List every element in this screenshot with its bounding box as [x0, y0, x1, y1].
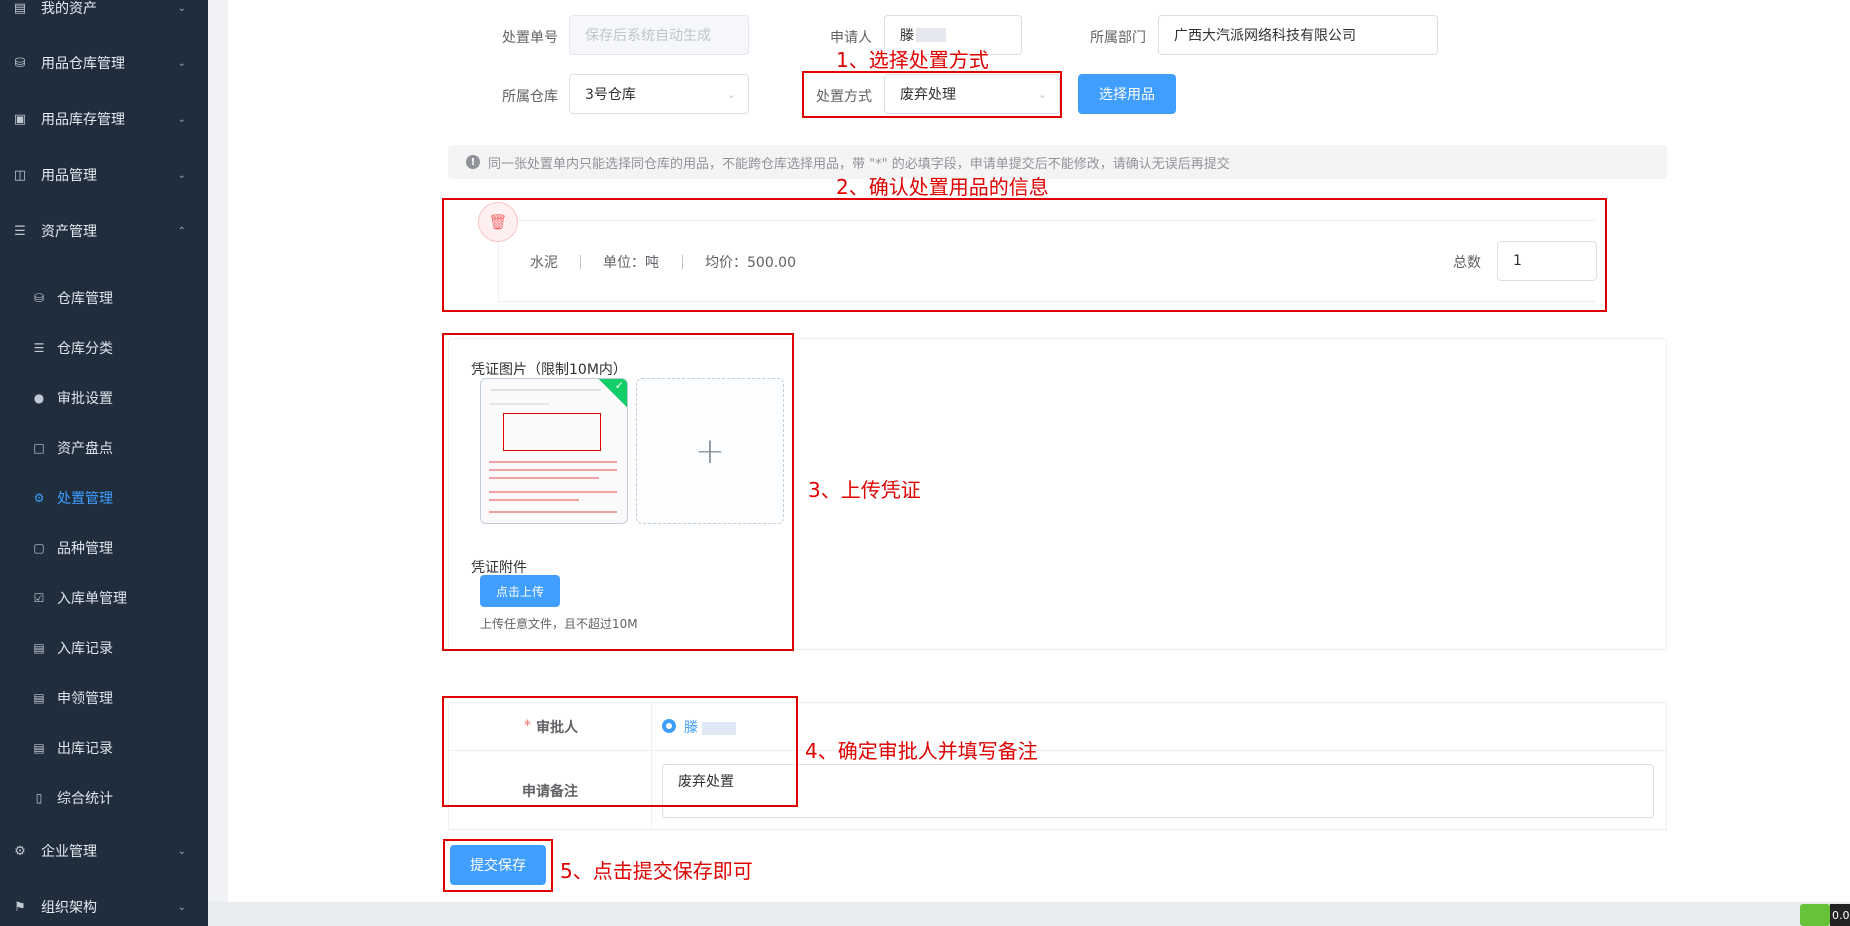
- annotation-box-item: [442, 198, 1607, 312]
- bottom-bar: [208, 902, 1850, 926]
- clipboard-check-icon: ☑: [33, 591, 45, 605]
- sidebar-item-outbound-record[interactable]: ▤ 出库记录: [0, 726, 208, 770]
- order-no-label: 处置单号: [502, 30, 558, 46]
- sub-label: 仓库分类: [57, 341, 113, 357]
- warehouse-label: 所属仓库: [502, 89, 558, 105]
- dept-label: 所属部门: [1090, 30, 1146, 46]
- sidebar-item-asset-inventory[interactable]: □ 资产盘点: [0, 426, 208, 470]
- chevron-down-icon: ⌄: [177, 2, 186, 14]
- chevron-down-icon: ⌄: [177, 57, 186, 69]
- bar-chart-icon: ▯: [35, 791, 43, 805]
- sub-label: 资产盘点: [57, 441, 113, 457]
- blurred-name: [916, 28, 946, 42]
- document-icon: □: [33, 441, 45, 455]
- clipboard-icon: ▤: [33, 641, 45, 655]
- notice-bar: ! 同一张处置单内只能选择同仓库的用品，不能跨仓库选择用品，带 "*" 的必填字…: [448, 145, 1667, 179]
- box-icon: ▣: [13, 111, 27, 127]
- order-no-input: 保存后系统自动生成: [569, 15, 749, 55]
- sidebar-item-variety[interactable]: ▢ 品种管理: [0, 526, 208, 570]
- user-icon: ●: [33, 391, 45, 405]
- annotation-box-method: [802, 71, 1062, 118]
- chevron-down-icon: ⌄: [177, 169, 186, 181]
- notice-text: 同一张处置单内只能选择同仓库的用品，不能跨仓库选择用品，带 "*" 的必填字段，…: [488, 156, 1230, 172]
- sub-label: 申领管理: [57, 691, 113, 707]
- stack-icon: ☰: [14, 223, 26, 239]
- corner-widget-icon[interactable]: [1800, 904, 1830, 926]
- sub-label: 处置管理: [57, 491, 113, 507]
- annotation-step4: 4、确定审批人并填写备注: [805, 739, 1038, 763]
- menu-asset-manage[interactable]: ☰ 资产管理 ⌃: [0, 209, 208, 253]
- annotation-box-submit: [443, 839, 553, 892]
- clipboard-icon: ▤: [33, 691, 45, 705]
- database-icon: ⛁: [33, 291, 45, 305]
- sub-label: 出库记录: [57, 741, 113, 757]
- bag-icon: ▢: [33, 541, 45, 555]
- sidebar-item-disposal[interactable]: ⚙ 处置管理: [0, 476, 208, 520]
- gear-icon: ⚙: [33, 491, 45, 505]
- menu-label: 用品管理: [41, 168, 97, 184]
- sub-label: 入库记录: [57, 641, 113, 657]
- chevron-down-icon: ⌄: [726, 87, 736, 101]
- menu-label: 用品仓库管理: [41, 56, 125, 72]
- menu-label: 企业管理: [41, 844, 97, 860]
- sidebar-item-warehouse[interactable]: ⛁ 仓库管理: [0, 276, 208, 320]
- chevron-up-icon: ⌃: [177, 225, 186, 237]
- sub-label: 品种管理: [57, 541, 113, 557]
- corner-widget-text: 0.0: [1830, 904, 1850, 926]
- select-supplies-button[interactable]: 选择用品: [1078, 74, 1176, 114]
- menu-supply-manage[interactable]: ◫ 用品管理 ⌄: [0, 153, 208, 197]
- annotation-box-approval: [442, 696, 798, 807]
- menu-label: 组织架构: [41, 900, 97, 916]
- sub-label: 入库单管理: [57, 591, 127, 607]
- gear-icon: ⚙: [14, 843, 26, 859]
- menu-enterprise[interactable]: ⚙ 企业管理 ⌄: [0, 829, 208, 873]
- chevron-down-icon: ⌄: [177, 845, 186, 857]
- sidebar: ▤ 我的资产 ⌄ ⛁ 用品仓库管理 ⌄ ▣ 用品库存管理 ⌄ ◫ 用品管理 ⌄ …: [0, 0, 208, 926]
- warehouse-select[interactable]: 3号仓库 ⌄: [569, 74, 749, 114]
- dept-input[interactable]: 广西大汽派网络科技有限公司: [1158, 15, 1438, 55]
- sidebar-item-statistics[interactable]: ▯ 综合统计: [0, 776, 208, 820]
- warehouse-value: 3号仓库: [585, 87, 636, 103]
- sub-label: 审批设置: [57, 391, 113, 407]
- menu-label: 资产管理: [41, 224, 97, 240]
- clipboard-icon: ▤: [33, 741, 45, 755]
- menu-supply-warehouse[interactable]: ⛁ 用品仓库管理 ⌄: [0, 41, 208, 85]
- applicant-value: 滕: [900, 28, 914, 44]
- sidebar-item-inbound-record[interactable]: ▤ 入库记录: [0, 626, 208, 670]
- info-icon: !: [466, 155, 480, 169]
- sidebar-item-approval-settings[interactable]: ● 审批设置: [0, 376, 208, 420]
- annotation-box-upload: [442, 333, 794, 651]
- sliders-icon: ☰: [33, 341, 45, 355]
- inbox-icon: ◫: [13, 167, 27, 183]
- annotation-step3: 3、上传凭证: [808, 478, 921, 502]
- menu-supply-stock[interactable]: ▣ 用品库存管理 ⌄: [0, 97, 208, 141]
- flag-icon: ⚑: [14, 899, 26, 915]
- database-icon: ⛁: [14, 55, 26, 71]
- chevron-down-icon: ⌄: [177, 901, 186, 913]
- asset-icon: ▤: [13, 0, 27, 16]
- menu-my-assets[interactable]: ▤ 我的资产 ⌄: [0, 0, 208, 30]
- sidebar-item-warehouse-category[interactable]: ☰ 仓库分类: [0, 326, 208, 370]
- sub-label: 综合统计: [57, 791, 113, 807]
- sub-label: 仓库管理: [57, 291, 113, 307]
- annotation-step5: 5、点击提交保存即可: [560, 859, 753, 883]
- annotation-step1: 1、选择处置方式: [836, 48, 989, 72]
- menu-organization[interactable]: ⚑ 组织架构 ⌄: [0, 885, 208, 926]
- remark-textarea[interactable]: 废弃处置: [662, 764, 1654, 818]
- menu-label: 用品库存管理: [41, 112, 125, 128]
- chevron-down-icon: ⌄: [177, 113, 186, 125]
- sidebar-item-requisition[interactable]: ▤ 申领管理: [0, 676, 208, 720]
- annotation-step2: 2、确认处置用品的信息: [836, 175, 1049, 199]
- menu-label: 我的资产: [41, 1, 97, 17]
- sidebar-item-inbound-order[interactable]: ☑ 入库单管理: [0, 576, 208, 620]
